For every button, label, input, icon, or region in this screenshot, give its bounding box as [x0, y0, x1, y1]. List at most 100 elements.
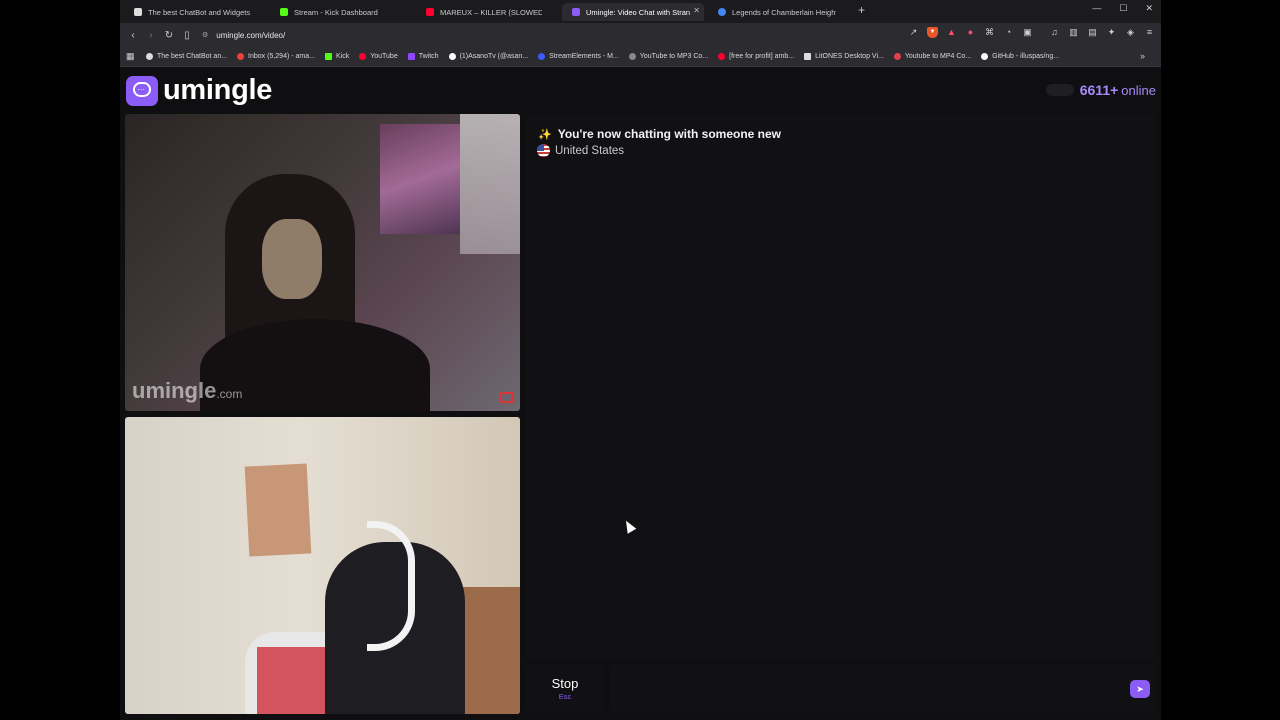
message-input[interactable] [610, 664, 1156, 712]
site-info-icon[interactable]: ⚙ [202, 31, 208, 39]
extension-icon[interactable]: ⌘ [984, 27, 995, 38]
brand-name: umingle [163, 74, 273, 106]
send-icon[interactable]: ➤ [1130, 680, 1150, 698]
wallet-icon[interactable]: ▤ [1087, 27, 1098, 38]
umingle-page: ··· umingle 6611+ online umingle.com ✨ Y… [120, 67, 1161, 720]
bookmark-label: [free for profit] amb... [729, 53, 795, 60]
bookmark-label: Kick [335, 53, 350, 60]
stranger-country: United States [537, 144, 624, 157]
github-icon [981, 53, 989, 60]
tab-strip: The best ChatBot and Widgets for Kick St… [120, 0, 1161, 23]
bookmark-label: YouTube to MP3 Co... [639, 53, 709, 60]
back-icon[interactable]: ‹ [124, 30, 142, 41]
sidebar-icon[interactable]: ▥ [1068, 27, 1079, 38]
bookmark-label: LitONES Desktop Vi... [815, 53, 884, 60]
google-icon [718, 8, 726, 16]
navigation-bar: ‹ › ↻ ▯ ⚙ umingle.com/video/ ↗ ▼ ▲ ● ⌘ ◔… [120, 23, 1161, 47]
gmail-icon [237, 53, 245, 60]
bookmark-item[interactable]: (1)AsanoTv (@asan... [448, 53, 529, 60]
tab-kick-dashboard[interactable]: Stream - Kick Dashboard [270, 3, 410, 21]
bookmark-item[interactable]: StreamElements - M... [538, 53, 619, 60]
us-flag-icon [537, 144, 550, 157]
brave-rewards-icon[interactable]: ▲ [946, 27, 957, 38]
extension-icon[interactable]: ◔ [1003, 27, 1014, 38]
bookmark-item[interactable]: Kick [324, 53, 350, 60]
tab-title: Stream - Kick Dashboard [294, 7, 378, 17]
twitch-icon [407, 53, 415, 60]
chat-bubble-icon: ··· [126, 75, 158, 106]
youtube-icon [426, 8, 434, 16]
bookmark-icon [893, 53, 901, 60]
apps-grid-icon[interactable]: ▦ [126, 51, 138, 62]
stop-shortcut-hint: Esc [558, 691, 572, 701]
report-flag-icon[interactable] [500, 392, 514, 403]
watermark-tld: .com [216, 387, 243, 401]
share-icon[interactable]: ↗ [908, 27, 919, 38]
tab-chamberlain[interactable]: Legends of Chamberlain Heights Season [708, 3, 850, 21]
chat-controls: Stop Esc ➤ [526, 664, 1156, 714]
bookmark-label: (1)AsanoTv (@asan... [459, 53, 529, 60]
address-bar[interactable]: ⚙ umingle.com/video/ [202, 27, 285, 43]
window-controls: — ☐ ✕ [1092, 3, 1153, 14]
new-tab-button[interactable]: + [858, 3, 865, 17]
bookmark-item[interactable]: Twitch [407, 53, 439, 60]
system-message-text: You're now chatting with someone new [557, 127, 782, 141]
bookmark-item[interactable]: Youtube to MP4 Co... [893, 53, 972, 60]
bookmark-icon[interactable]: ▯ [178, 30, 196, 41]
bookmark-label: GitHub - illuspas/ng... [992, 53, 1060, 60]
extension-icon[interactable]: ▣ [1022, 27, 1033, 38]
bookmark-label: Twitch [418, 53, 439, 60]
bookmark-item[interactable]: YouTube [359, 53, 398, 60]
brave-shield-icon[interactable]: ▼ [927, 27, 938, 38]
chevron-right-icon[interactable]: » [1140, 51, 1145, 61]
leo-icon[interactable]: ✦ [1106, 27, 1117, 38]
bookmark-item[interactable]: Inbox (5,294) - ama... [237, 53, 315, 60]
tab-umingle[interactable]: Umingle: Video Chat with Strangers ✕ [562, 3, 704, 21]
kick-icon [324, 53, 332, 60]
bookmark-item[interactable]: GitHub - illuspas/ng... [981, 53, 1059, 60]
bookmark-item[interactable]: [free for profit] amb... [718, 53, 794, 60]
forward-icon[interactable]: › [142, 30, 160, 41]
stranger-video: umingle.com [125, 114, 520, 411]
close-window-icon[interactable]: ✕ [1145, 3, 1153, 14]
site-logo[interactable]: ··· umingle [126, 74, 272, 107]
watermark-brand: umingle [132, 378, 217, 403]
bookmark-label: Inbox (5,294) - ama... [248, 53, 315, 60]
bookmark-item[interactable]: LitONES Desktop Vi... [804, 53, 884, 60]
media-icon[interactable]: ♫ [1049, 27, 1060, 38]
tab-title: Legends of Chamberlain Heights Season [732, 7, 836, 17]
tab-title: Umingle: Video Chat with Strangers [586, 7, 690, 17]
toolbar-right: ↗ ▼ ▲ ● ⌘ ◔ ▣ ♫ ▥ ▤ ✦ ◈ ≡ [908, 27, 1155, 38]
system-message: ✨ You're now chatting with someone new [538, 127, 781, 141]
streamelements-icon [538, 53, 546, 60]
tab-title: The best ChatBot and Widgets for Kick [148, 7, 250, 17]
country-name: United States [555, 144, 625, 157]
tab-chatbot[interactable]: The best ChatBot and Widgets for Kick [124, 3, 264, 21]
extension-icon[interactable]: ● [965, 27, 976, 38]
bookmark-label: Youtube to MP4 Co... [904, 53, 972, 60]
bookmark-label: YouTube [370, 53, 398, 60]
tab-favicon [134, 8, 142, 16]
bookmark-label: StreamElements - M... [549, 53, 619, 60]
vpn-icon[interactable]: ◈ [1125, 27, 1136, 38]
stop-button[interactable]: Stop Esc [526, 664, 604, 712]
maximize-icon[interactable]: ☐ [1119, 3, 1127, 14]
bookmark-item[interactable]: YouTube to MP3 Co... [628, 53, 709, 60]
sparkle-icon: ✨ [538, 128, 552, 141]
bookmark-label: The best ChatBot an... [157, 53, 228, 60]
close-icon[interactable]: ✕ [693, 6, 700, 15]
menu-icon[interactable]: ≡ [1144, 27, 1155, 38]
bookmark-icon [146, 53, 153, 60]
umingle-icon [572, 8, 580, 16]
tab-youtube[interactable]: MAREUX – KILLER (SLOWED) - YouTube [416, 3, 556, 21]
kick-icon [280, 8, 288, 16]
youtube-icon [718, 53, 726, 60]
bookmark-icon [804, 53, 812, 60]
bookmark-item[interactable]: The best ChatBot an... [146, 53, 227, 60]
self-video [125, 417, 520, 714]
minimize-icon[interactable]: — [1092, 3, 1101, 14]
url-text: umingle.com/video/ [216, 30, 286, 40]
theme-toggle[interactable] [1045, 84, 1074, 96]
reload-icon[interactable]: ↻ [160, 30, 178, 41]
video-watermark: umingle.com [132, 378, 242, 404]
